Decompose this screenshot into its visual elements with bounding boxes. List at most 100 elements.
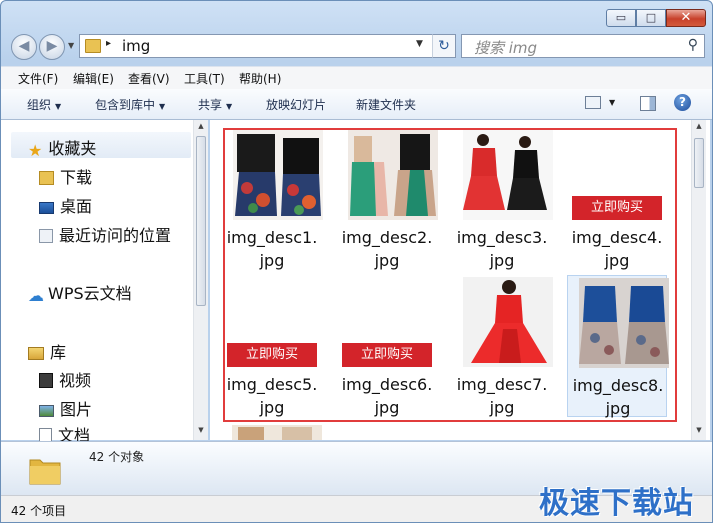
include-library-button[interactable]: 包含到库中 ▼ (95, 96, 165, 113)
folder-icon (85, 39, 101, 53)
nav-favorites-label: 收藏夹 (48, 139, 97, 158)
back-arrow-icon: ◀ (18, 38, 30, 54)
nav-downloads[interactable]: 下载 (39, 164, 92, 188)
file-name-line1: img_desc4. (571, 228, 663, 247)
file-list-scrollbar[interactable]: ▲ ▼ (691, 120, 706, 440)
scroll-up-icon[interactable]: ▲ (194, 122, 208, 130)
minimize-button[interactable]: ▭ (606, 9, 636, 27)
navigation-scrollbar[interactable]: ▲ ▼ (193, 120, 208, 440)
navigation-pane: ★ 收藏夹 下载 桌面 最近访问的位置 ☁ WPS云文档 库 视频 图片 文档 (1, 120, 207, 445)
share-label: 共享 (198, 98, 223, 112)
file-name: img_desc1.jpg (222, 226, 322, 272)
chevron-down-icon: ▼ (226, 102, 233, 111)
file-name-line1: img_desc7. (456, 375, 548, 394)
address-bar[interactable]: ▸ img ▼ (79, 34, 456, 58)
nav-favorites[interactable]: ★ 收藏夹 (28, 135, 97, 160)
menu-edit[interactable]: 编辑(E) (73, 70, 114, 87)
file-name-line2: jpg (259, 398, 285, 417)
preview-pane-icon[interactable] (640, 96, 656, 111)
file-name-line2: jpg (489, 398, 515, 417)
nav-wps-cloud[interactable]: ☁ WPS云文档 (28, 280, 132, 305)
nav-desktop[interactable]: 桌面 (39, 193, 92, 217)
breadcrumb-current[interactable]: img (122, 37, 150, 55)
recent-pages-dropdown-icon[interactable]: ▼ (68, 41, 74, 50)
search-input[interactable]: 搜索 img ⚲ (461, 34, 705, 58)
file-name-line2: jpg (259, 251, 285, 270)
file-name-line1: img_desc5. (226, 375, 318, 394)
search-placeholder: 搜索 img (474, 39, 538, 57)
file-item[interactable]: 立即购买 img_desc6. jpg (337, 277, 437, 419)
file-list-scroll-thumb[interactable] (694, 138, 704, 188)
file-item[interactable]: img_desc1.jpg (222, 130, 323, 272)
search-icon[interactable]: ⚲ (688, 37, 698, 53)
file-item[interactable]: 立即购买 img_desc4.jpg (567, 130, 667, 272)
forward-button[interactable]: ▶ (39, 34, 65, 60)
file-name-line2: jpg (374, 251, 400, 270)
nav-downloads-label: 下载 (60, 168, 93, 187)
nav-recent-label: 最近访问的位置 (59, 226, 172, 245)
menu-tools[interactable]: 工具(T) (184, 70, 225, 87)
refresh-icon: ↻ (438, 38, 450, 54)
slideshow-button[interactable]: 放映幻灯片 (266, 96, 326, 113)
dress-photo-7 (463, 277, 553, 367)
new-folder-button[interactable]: 新建文件夹 (356, 96, 416, 113)
help-icon[interactable]: ? (674, 94, 691, 111)
organize-label: 组织 (27, 98, 52, 112)
file-item[interactable]: img_desc7.jpg (452, 277, 553, 419)
refresh-button[interactable]: ↻ (432, 34, 456, 58)
view-icon[interactable] (585, 96, 601, 109)
organize-button[interactable]: 组织 ▼ (27, 96, 61, 113)
scroll-down-icon[interactable]: ▼ (194, 426, 208, 434)
file-item[interactable]: 立即购买 img_desc5. jpg (222, 277, 322, 419)
recent-places-icon (39, 229, 53, 243)
nav-libraries[interactable]: 库 (28, 339, 66, 363)
menu-help[interactable]: 帮助(H) (239, 70, 281, 87)
address-dropdown-icon[interactable]: ▼ (416, 39, 423, 49)
file-name: img_desc3. jpg (452, 226, 552, 272)
file-name-line1: img_desc1. (226, 228, 318, 247)
nav-pictures-label: 图片 (60, 400, 93, 419)
breadcrumb-chevron-icon[interactable]: ▸ (106, 38, 111, 49)
menu-view[interactable]: 查看(V) (128, 70, 170, 87)
file-name: img_desc7.jpg (452, 373, 552, 419)
buy-now-banner: 立即购买 (572, 196, 662, 220)
pictures-icon (39, 405, 54, 417)
menu-file[interactable]: 文件(F) (18, 70, 58, 87)
file-item[interactable]: img_desc2. jpg (337, 130, 438, 272)
file-name-line2: jpg (374, 398, 400, 417)
file-name: img_desc4.jpg (567, 226, 667, 272)
nav-desktop-label: 桌面 (60, 197, 93, 216)
file-item[interactable]: img_desc3. jpg (452, 130, 553, 272)
dress-photo-3 (463, 130, 553, 220)
navigation-scroll-thumb[interactable] (196, 136, 206, 306)
maximize-button[interactable]: □ (636, 9, 666, 27)
nav-recent-places[interactable]: 最近访问的位置 (39, 222, 171, 246)
command-bar: 组织 ▼ 包含到库中 ▼ 共享 ▼ 放映幻灯片 新建文件夹 ▼ ? (1, 89, 712, 120)
close-icon: ✕ (680, 10, 692, 25)
item-count: 42 个项目 (11, 504, 67, 518)
scroll-down-icon[interactable]: ▼ (692, 426, 706, 434)
nav-videos[interactable]: 视频 (39, 367, 91, 391)
file-name-line2: jpg (605, 399, 631, 418)
maximize-icon: □ (645, 11, 657, 24)
minimize-icon: ▭ (615, 11, 627, 24)
file-item-selected[interactable]: img_desc8. jpg (567, 275, 669, 418)
image-thumbnail (233, 130, 323, 220)
file-name-line2: jpg (604, 251, 630, 270)
next-row-thumbnail[interactable] (232, 425, 322, 440)
dress-photo-partial (232, 425, 322, 440)
image-thumbnail (348, 130, 438, 220)
explorer-window: ▭ □ ✕ ◀ ▶ ▼ ▸ img ▼ ↻ 搜索 img ⚲ 文件(F) 编辑(… (0, 0, 713, 523)
star-icon: ★ (28, 141, 43, 160)
file-name: img_desc2. jpg (337, 226, 437, 272)
close-button[interactable]: ✕ (666, 9, 706, 27)
object-count: 42 个对象 (89, 450, 145, 464)
share-button[interactable]: 共享 ▼ (198, 96, 232, 113)
back-button[interactable]: ◀ (11, 34, 37, 60)
nav-videos-label: 视频 (59, 371, 92, 390)
scroll-up-icon[interactable]: ▲ (692, 122, 706, 130)
nav-pictures[interactable]: 图片 (39, 396, 92, 420)
nav-wps-label: WPS云文档 (48, 284, 132, 303)
file-name-line1: img_desc6. (341, 375, 433, 394)
view-options-dropdown-icon[interactable]: ▼ (609, 98, 615, 107)
